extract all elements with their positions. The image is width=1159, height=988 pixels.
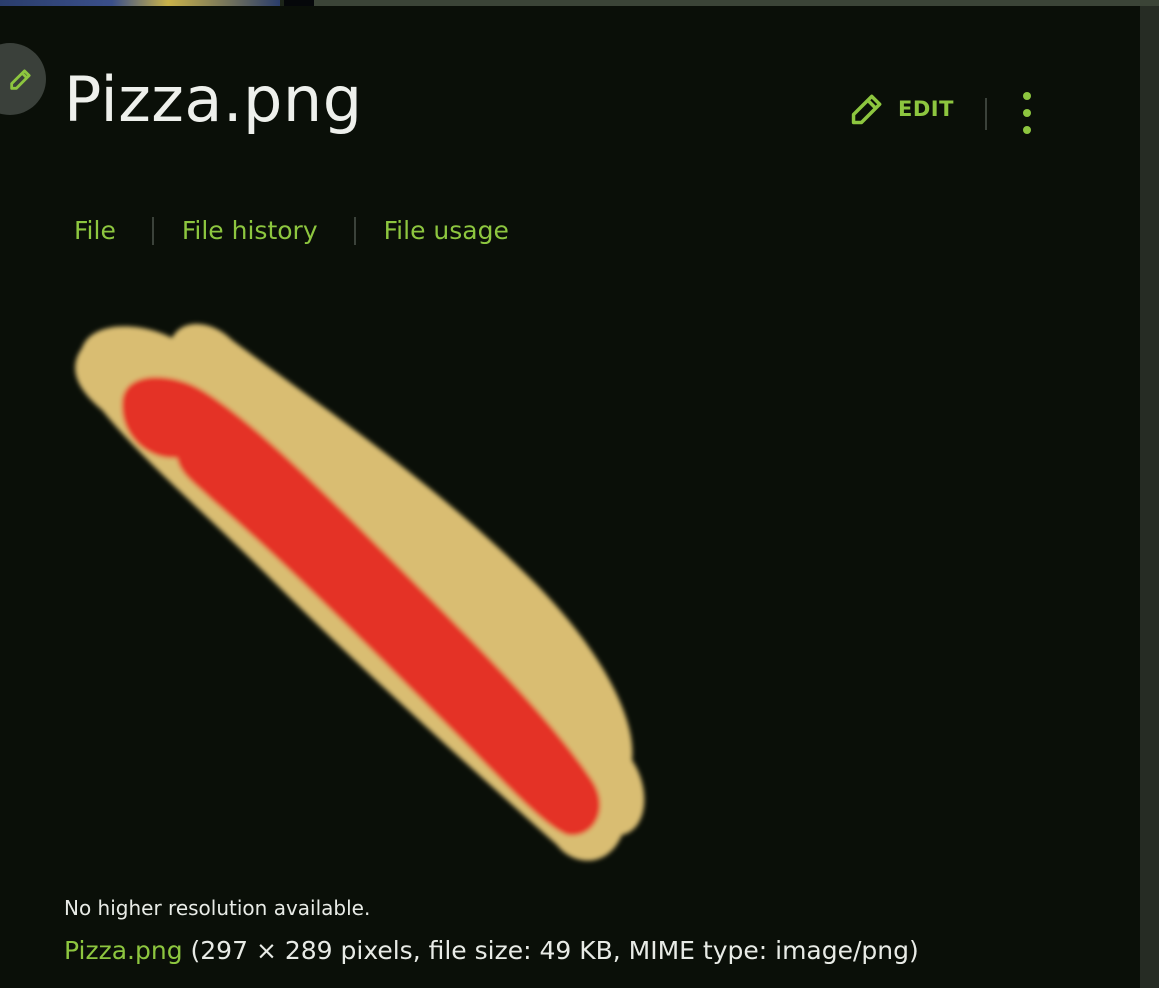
file-details: (297 × 289 pixels, file size: 49 KB, MIM… <box>182 936 919 965</box>
tab-separator <box>353 216 356 245</box>
page-title: Pizza.png <box>64 63 363 136</box>
file-tabs: File File history File usage <box>74 216 509 245</box>
tab-separator <box>151 216 154 245</box>
file-link[interactable]: Pizza.png <box>64 936 183 965</box>
file-image[interactable] <box>62 310 662 890</box>
vertical-ellipsis-icon <box>1023 92 1031 100</box>
pizza-image <box>75 323 645 861</box>
right-edge-panel <box>1140 6 1159 988</box>
more-options-button[interactable] <box>1012 92 1042 134</box>
edit-button[interactable]: EDIT <box>848 90 954 128</box>
file-info: Pizza.png (297 × 289 pixels, file size: … <box>64 936 919 965</box>
resolution-note: No higher resolution available. <box>64 896 371 920</box>
floating-edit-button[interactable] <box>0 43 46 115</box>
pencil-icon <box>851 94 882 125</box>
vertical-ellipsis-icon-dot <box>1023 109 1031 117</box>
tab-file-history[interactable]: File history <box>182 216 318 245</box>
tab-file[interactable]: File <box>74 216 116 245</box>
header-divider <box>985 98 987 130</box>
tab-file-usage[interactable]: File usage <box>384 216 509 245</box>
pencil-icon <box>10 69 31 90</box>
file-page: Pizza.png EDIT File File history File us… <box>0 6 1140 988</box>
edit-button-label: EDIT <box>898 97 954 121</box>
vertical-ellipsis-icon-dot <box>1023 126 1031 134</box>
